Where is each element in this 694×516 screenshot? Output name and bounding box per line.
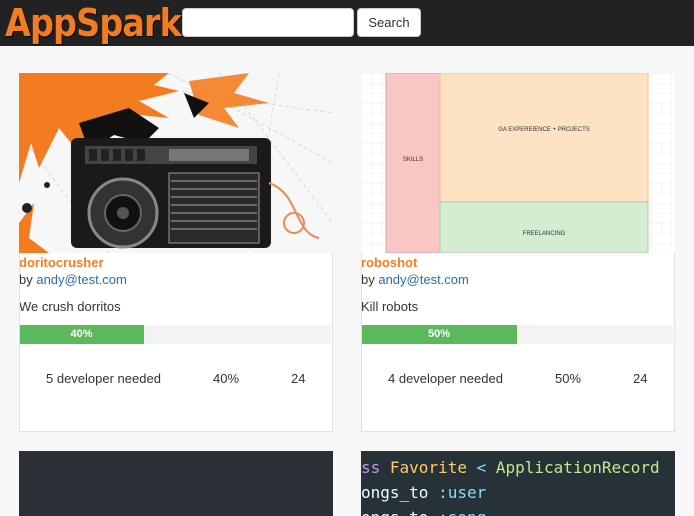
card-border [361,253,675,432]
code-keyword: ongs_to [361,483,439,502]
project-image-code[interactable]: ss Favorite < ApplicationRecord ongs_to … [361,451,675,516]
project-image-boombox[interactable] [19,73,333,253]
code-symbol: :user [438,483,487,502]
boombox-illustration [19,73,333,253]
wireframe-illustration: SKILLS GA EXPEREIENCE + PROJECTS FREELAN… [361,73,675,253]
brand-logo[interactable]: AppSpark [5,2,182,44]
code-base: ApplicationRecord [495,458,660,477]
project-image-wireframe[interactable]: SKILLS GA EXPEREIENCE + PROJECTS FREELAN… [361,73,675,253]
wireframe-freelancing-label: FREELANCING [523,231,566,237]
project-image-dark[interactable] [19,451,333,516]
card-border [19,253,333,432]
wireframe-experience-label: GA EXPEREIENCE + PROJECTS [498,127,590,133]
code-line: ongs_to :user [361,480,675,505]
code-keyword: ss [361,458,390,477]
code-operator: < [466,458,496,477]
search-input[interactable] [182,8,354,37]
navbar: AppSpark Search [0,0,694,46]
code-keyword: ongs_to [361,508,438,516]
code-line: ongs_to :song [361,505,675,516]
code-line: ss Favorite < ApplicationRecord [361,455,675,480]
search-button[interactable]: Search [357,8,421,37]
code-class: Favorite [389,458,467,477]
wireframe-skills-label: SKILLS [403,157,423,163]
code-symbol: :song [438,508,486,516]
